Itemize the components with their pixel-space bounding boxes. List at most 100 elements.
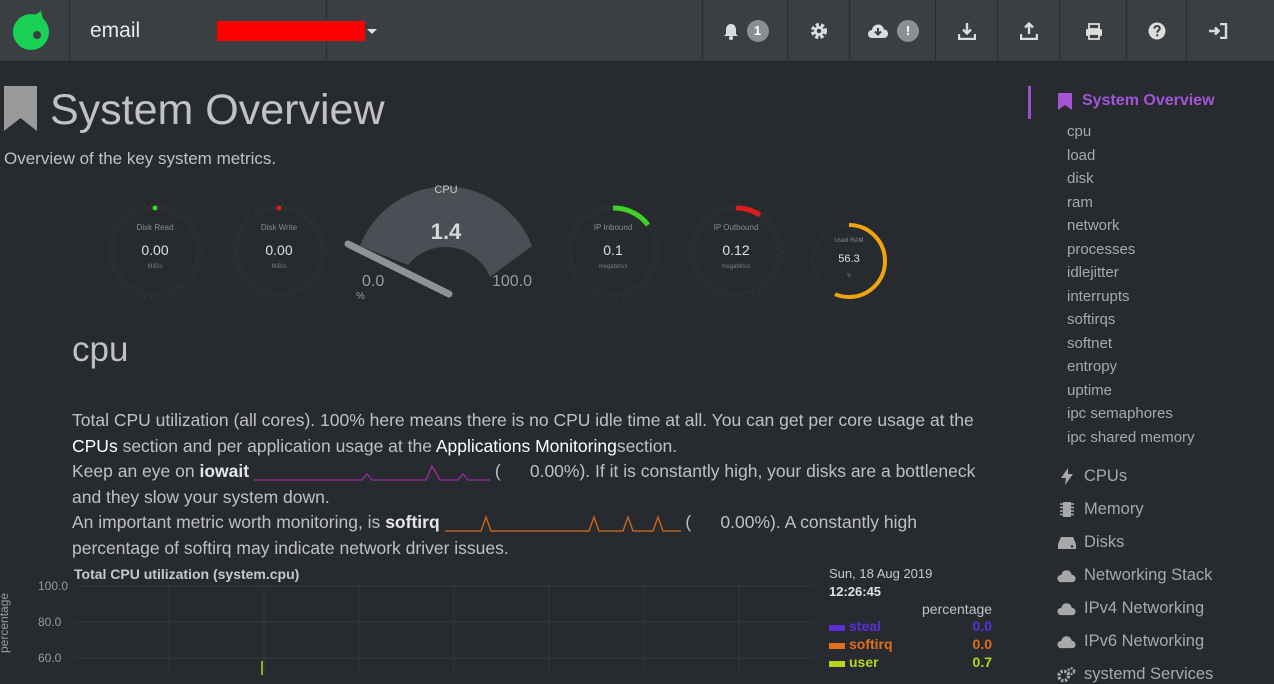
- update-badge: !: [897, 20, 919, 42]
- print-button[interactable]: [1059, 0, 1127, 62]
- gauge-value: 0.12: [722, 242, 750, 258]
- redaction-bar: [217, 21, 365, 41]
- section-description: Total CPU utilization (all cores). 100% …: [72, 408, 1002, 561]
- sidebar-item-label: Disks: [1084, 533, 1125, 551]
- chart-title: Total CPU utilization (system.cpu): [74, 566, 300, 582]
- export-button[interactable]: [997, 0, 1060, 62]
- sidebar-active-marker: [1028, 86, 1031, 119]
- sidebar-subitem-softirqs[interactable]: softirqs: [1067, 311, 1115, 328]
- netdata-logo-icon: [13, 11, 49, 50]
- gauge-unit: %: [356, 291, 365, 302]
- sidebar-subitem-uptime[interactable]: uptime: [1067, 382, 1112, 399]
- iowait-paren: (: [494, 461, 501, 481]
- desc-text: Total CPU utilization (all cores). 100% …: [72, 410, 974, 430]
- sidebar-item-system-overview[interactable]: System Overview: [1058, 92, 1215, 110]
- server-dropdown-label: email: [90, 19, 141, 42]
- gauge-value: 0.1: [603, 242, 623, 258]
- legend-swatch: [829, 625, 845, 631]
- legend-series-name: softirq: [849, 636, 893, 652]
- alarms-button[interactable]: 1: [702, 0, 788, 62]
- sidebar-item-memory[interactable]: Memory: [1057, 500, 1144, 519]
- desc-text: section.: [616, 435, 678, 456]
- gauge-disk-read[interactable]: Disk Read 0.00 MiB/s: [107, 203, 203, 299]
- gauge-value: 56.3: [838, 253, 860, 265]
- gauge-unit: MiB/s: [147, 264, 163, 270]
- download-icon: [958, 23, 976, 40]
- cpus-link[interactable]: CPUs: [72, 436, 118, 456]
- softirq-value: 0.00%: [720, 512, 771, 532]
- legend-series-name: user: [849, 654, 879, 670]
- chevron-down-icon: [367, 29, 377, 34]
- legend-row-user[interactable]: user 0.7: [829, 654, 992, 672]
- legend-series-value: 0.0: [972, 636, 992, 652]
- settings-button[interactable]: [787, 0, 850, 62]
- upload-icon: [1020, 22, 1038, 40]
- gauge-title: CPU: [434, 184, 458, 196]
- y-tick: 60.0: [38, 651, 62, 665]
- top-navbar: email 1 !: [0, 0, 1274, 62]
- softirq-sparkline[interactable]: [444, 512, 681, 534]
- sidebar-subitem-ram[interactable]: ram: [1067, 194, 1093, 211]
- print-icon: [1085, 22, 1102, 40]
- cloud-icon: [1057, 635, 1076, 648]
- sidebar-subitem-disk[interactable]: disk: [1067, 170, 1094, 187]
- gauge-used-ram[interactable]: Used RAM 56.3 %: [810, 222, 888, 300]
- legend-unit: percentage: [922, 601, 993, 617]
- sidebar-item-label: IPv4 Networking: [1084, 599, 1205, 617]
- sidebar-subitem-interrupts[interactable]: interrupts: [1067, 288, 1130, 305]
- gauge-min: 0.0: [362, 273, 385, 290]
- legend-series-value: 0.0: [972, 618, 992, 634]
- sidebar-subitem-network[interactable]: network: [1067, 217, 1120, 234]
- sign-in-button[interactable]: [1186, 0, 1248, 62]
- sign-in-icon: [1208, 23, 1227, 39]
- import-button[interactable]: [935, 0, 998, 62]
- memory-chip-icon: [1059, 502, 1074, 517]
- section-title-cpu: cpu: [72, 330, 129, 369]
- sidebar-subitem-ipc-shared-memory[interactable]: ipc shared memory: [1067, 429, 1195, 446]
- gauge-value: 0.00: [141, 242, 169, 258]
- legend-series-value: 0.7: [972, 654, 992, 670]
- cpu-chart-canvas[interactable]: [74, 585, 814, 675]
- legend-time: 12:26:45: [829, 584, 882, 599]
- y-tick: 100.0: [38, 579, 69, 593]
- desc-text: section and per application usage at the: [122, 435, 432, 456]
- update-button[interactable]: !: [849, 0, 936, 62]
- help-button[interactable]: [1126, 0, 1187, 62]
- question-circle-icon: [1148, 22, 1166, 40]
- legend-row-softirq[interactable]: softirq 0.0: [829, 636, 992, 654]
- sidebar-item-label: CPUs: [1084, 467, 1128, 485]
- sidebar-subitem-idlejitter[interactable]: idlejitter: [1067, 264, 1119, 281]
- iowait-sparkline[interactable]: [253, 461, 490, 483]
- sidebar-subitem-entropy[interactable]: entropy: [1067, 358, 1117, 375]
- sidebar-subitem-load[interactable]: load: [1067, 147, 1095, 164]
- sidebar-item-label: Networking Stack: [1084, 566, 1213, 584]
- gauge-disk-write[interactable]: Disk Write 0.00 MiB/s: [231, 203, 327, 299]
- applications-monitoring-link[interactable]: Applications Monitoring: [436, 436, 617, 456]
- gauge-title: Used RAM: [834, 238, 864, 244]
- server-dropdown[interactable]: email: [71, 0, 377, 62]
- gauge-ip-inbound[interactable]: IP Inbound 0.1 megabits/s: [565, 203, 661, 299]
- page-subtitle: Overview of the key system metrics.: [4, 149, 277, 168]
- sidebar-subitem-softnet[interactable]: softnet: [1067, 335, 1112, 352]
- sidebar-item-label: System Overview: [1082, 92, 1215, 109]
- gauge-ip-outbound[interactable]: IP Outbound 0.12 megabits/s: [688, 203, 784, 299]
- gauge-title: Disk Read: [136, 223, 174, 232]
- netdata-logo[interactable]: [0, 0, 70, 62]
- page-title: System Overview: [50, 86, 385, 134]
- sidebar-subitem-ipc-semaphores[interactable]: ipc semaphores: [1067, 405, 1173, 422]
- bell-icon: [723, 23, 738, 40]
- hdd-icon: [1057, 536, 1076, 549]
- sidebar-item-ipv4-networking[interactable]: IPv4 Networking: [1057, 599, 1204, 618]
- bookmark-icon: [1058, 92, 1072, 110]
- sidebar-item-ipv6-networking[interactable]: IPv6 Networking: [1057, 632, 1204, 651]
- sidebar-subitem-processes[interactable]: processes: [1067, 241, 1135, 258]
- desc-text: An important metric worth monitoring, is: [72, 512, 381, 532]
- sidebar-item-networking-stack[interactable]: Networking Stack: [1057, 566, 1212, 585]
- sidebar-subitem-cpu[interactable]: cpu: [1067, 123, 1091, 140]
- sidebar-item-cpus[interactable]: CPUs: [1057, 467, 1127, 486]
- gauge-cpu[interactable]: CPU 1.4 0.0 % 100.0: [340, 182, 540, 304]
- legend-swatch: [829, 661, 845, 667]
- sidebar-item-disks[interactable]: Disks: [1057, 533, 1124, 552]
- legend-swatch: [829, 643, 845, 649]
- legend-row-steal[interactable]: steal 0.0: [829, 618, 992, 636]
